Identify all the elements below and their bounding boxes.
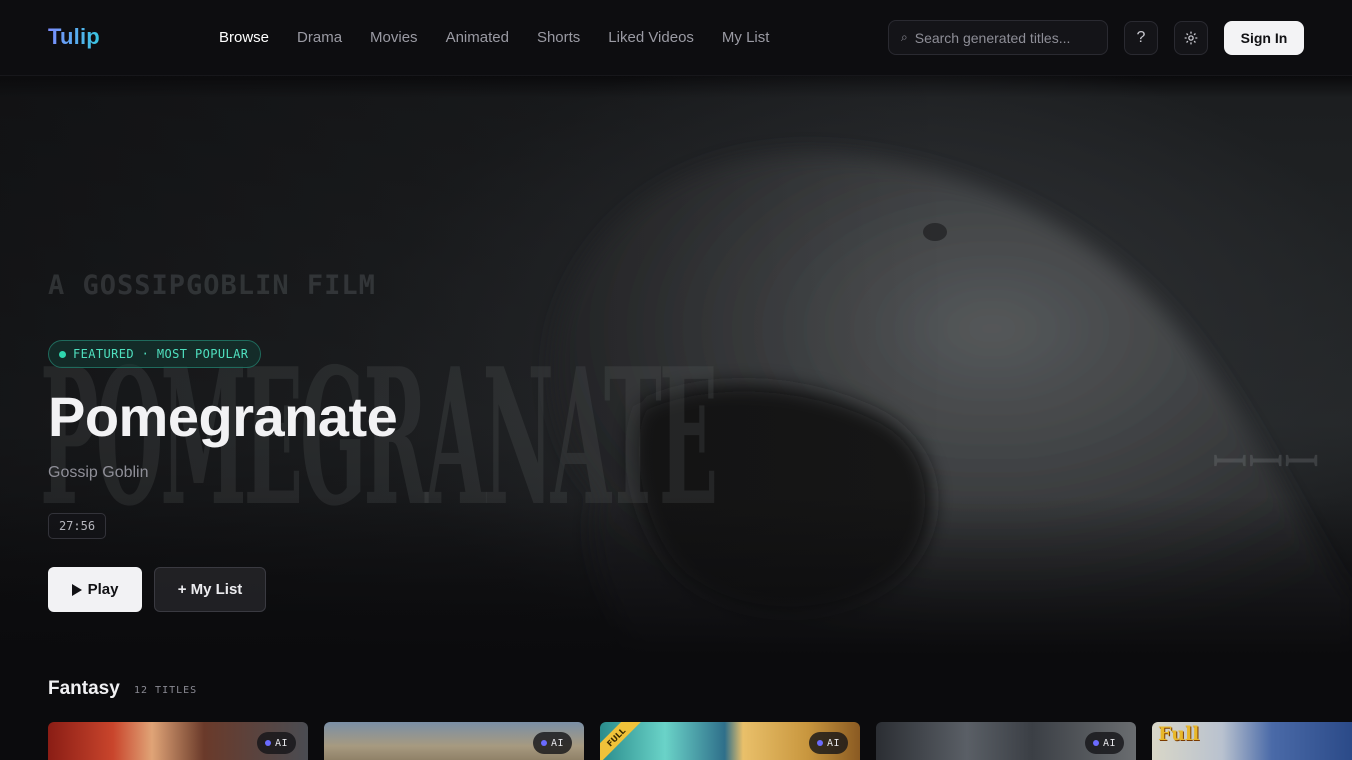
title-card[interactable]: AI — [876, 722, 1136, 760]
title-card[interactable]: AI — [48, 722, 308, 760]
sign-in-button[interactable]: Sign In — [1224, 21, 1304, 55]
nav-movies[interactable]: Movies — [370, 29, 418, 46]
nav-links: Browse Drama Movies Animated Shorts Like… — [219, 29, 769, 46]
row-title-count: 12 TITLES — [134, 685, 198, 696]
title-card[interactable]: Full — [1152, 722, 1352, 760]
help-button[interactable]: ? — [1124, 21, 1158, 55]
page: Tulip Browse Drama Movies Animated Short… — [0, 0, 1352, 760]
search-input[interactable] — [914, 29, 1095, 46]
settings-button[interactable] — [1174, 21, 1208, 55]
hero-creator: Gossip Goblin — [48, 464, 149, 481]
nav-animated[interactable]: Animated — [446, 29, 509, 46]
help-icon: ? — [1136, 29, 1146, 46]
featured-badge-label: FEATURED · MOST POPULAR — [73, 347, 249, 361]
hero-title: Pomegranate — [48, 385, 398, 448]
featured-dot-icon — [59, 351, 66, 358]
full-stamp: Full — [1158, 723, 1200, 745]
search-box: ⌕ — [888, 20, 1108, 55]
title-card[interactable]: FULL AI — [600, 722, 860, 760]
ai-badge-label: AI — [826, 737, 840, 749]
nav-my-list[interactable]: My List — [722, 29, 770, 46]
poster-mark: ꟷꟷꟷ — [1212, 437, 1320, 488]
ai-dot-icon — [264, 740, 271, 746]
ai-badge-label: AI — [274, 737, 288, 749]
nav-liked-videos[interactable]: Liked Videos — [608, 29, 694, 46]
play-label: Play — [87, 581, 119, 598]
ai-badge: AI — [808, 732, 848, 754]
add-to-my-list-button[interactable]: + My List — [154, 567, 266, 612]
ai-badge-label: AI — [1102, 737, 1116, 749]
row-title: Fantasy — [48, 678, 120, 699]
nav-shorts[interactable]: Shorts — [537, 29, 580, 46]
title-card[interactable]: AI — [324, 722, 584, 760]
search-icon: ⌕ — [901, 30, 908, 44]
nav-browse[interactable]: Browse — [219, 29, 269, 46]
ai-badge: AI — [256, 732, 296, 754]
poster-tagline: A GOSSIPGOBLIN FILM — [48, 270, 376, 301]
play-button[interactable]: Play — [48, 567, 142, 612]
duration-badge: 27:56 — [48, 513, 106, 539]
ai-badge: AI — [1084, 732, 1124, 754]
nav-drama[interactable]: Drama — [297, 29, 342, 46]
ai-badge: AI — [532, 732, 572, 754]
ai-dot-icon — [1092, 740, 1099, 746]
tulip-logo[interactable]: Tulip — [48, 24, 100, 50]
full-ribbon: FULL — [600, 722, 643, 760]
ai-dot-icon — [540, 740, 547, 746]
ai-badge-label: AI — [550, 737, 564, 749]
play-icon — [71, 583, 82, 596]
ai-dot-icon — [816, 740, 823, 746]
featured-badge: FEATURED · MOST POPULAR — [48, 340, 262, 368]
top-nav: Tulip Browse Drama Movies Animated Short… — [0, 0, 1352, 76]
gear-icon — [1184, 31, 1198, 45]
